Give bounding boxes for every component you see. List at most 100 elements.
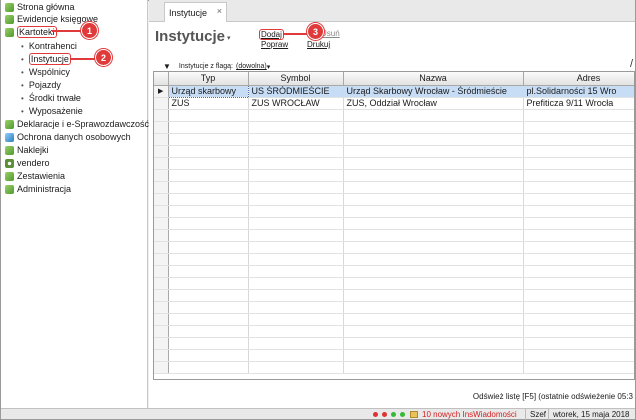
table-cell-symbol[interactable] — [248, 145, 344, 158]
column-header-adres[interactable]: Adres — [523, 72, 634, 86]
table-row[interactable] — [154, 121, 634, 134]
table-cell-symbol[interactable] — [248, 109, 344, 122]
table-cell-symbol[interactable] — [248, 181, 344, 194]
table-cell-nazwa[interactable]: ZUS, Oddział Wrocław — [343, 97, 524, 110]
table-cell-symbol[interactable] — [248, 325, 344, 338]
table-cell-nazwa[interactable] — [343, 289, 524, 302]
table-cell-nazwa[interactable] — [343, 217, 524, 230]
sidebar-subitem-instytucje[interactable]: Instytucje — [21, 53, 71, 65]
table-cell-adres[interactable] — [523, 205, 634, 218]
table-cell-typ[interactable] — [168, 109, 249, 122]
sidebar-item-ochrona-danych[interactable]: Ochrona danych osobowych — [5, 131, 131, 143]
table-cell-nazwa[interactable] — [343, 265, 524, 278]
column-header-symbol[interactable]: Symbol — [248, 72, 344, 86]
tab-instytucje[interactable]: Instytucje × — [164, 2, 227, 22]
table-cell-adres[interactable] — [523, 109, 634, 122]
table-cell-typ[interactable] — [168, 145, 249, 158]
notifications-link[interactable]: 10 nowych InsWiadomości — [422, 409, 517, 420]
sidebar-subitem-kontrahenci[interactable]: Kontrahenci — [21, 40, 77, 52]
table-row[interactable] — [154, 253, 634, 266]
table-row[interactable] — [154, 265, 634, 278]
chevron-down-icon[interactable]: ▾ — [267, 63, 271, 71]
table-cell-nazwa[interactable] — [343, 277, 524, 290]
table-cell-symbol[interactable] — [248, 157, 344, 170]
table-cell-adres[interactable] — [523, 241, 634, 254]
table-row[interactable] — [154, 229, 634, 242]
table-cell-adres[interactable] — [523, 265, 634, 278]
table-row[interactable] — [154, 301, 634, 314]
table-row[interactable] — [154, 349, 634, 362]
table-cell-nazwa[interactable] — [343, 193, 524, 206]
sidebar-subitem-srodki-trwale[interactable]: Środki trwałe — [21, 92, 81, 104]
table-cell-typ[interactable] — [168, 265, 249, 278]
table-row[interactable] — [154, 277, 634, 290]
table-cell-typ[interactable] — [168, 193, 249, 206]
table-cell-nazwa[interactable] — [343, 121, 524, 134]
table-cell-symbol[interactable] — [248, 301, 344, 314]
table-cell-symbol[interactable] — [248, 205, 344, 218]
table-cell-nazwa[interactable] — [343, 313, 524, 326]
table-cell-typ[interactable] — [168, 121, 249, 134]
table-row[interactable] — [154, 361, 634, 374]
table-cell-adres[interactable] — [523, 277, 634, 290]
table-cell-adres[interactable] — [523, 121, 634, 134]
table-cell-typ[interactable] — [168, 349, 249, 362]
table-row[interactable] — [154, 337, 634, 350]
sidebar-item-deklaracje[interactable]: Deklaracje i e-Sprawozdawczość — [5, 118, 149, 130]
table-cell-adres[interactable] — [523, 157, 634, 170]
table-cell-typ[interactable] — [168, 361, 249, 374]
filter-value-select[interactable]: (dowolna) — [236, 63, 267, 70]
sidebar-item-strona-glowna[interactable]: Strona główna — [5, 1, 75, 13]
table-row[interactable] — [154, 205, 634, 218]
table-cell-nazwa[interactable] — [343, 361, 524, 374]
table-cell-nazwa[interactable] — [343, 145, 524, 158]
table-cell-adres[interactable] — [523, 337, 634, 350]
table-cell-symbol[interactable]: US ŚRÓDMIEŚCIE — [248, 85, 344, 98]
sidebar-item-naklejki[interactable]: Naklejki — [5, 144, 49, 156]
table-row[interactable] — [154, 133, 634, 146]
table-cell-nazwa[interactable] — [343, 109, 524, 122]
sidebar-item-vendero[interactable]: vendero — [5, 157, 50, 169]
table-cell-typ[interactable] — [168, 253, 249, 266]
table-row[interactable] — [154, 217, 634, 230]
print-button[interactable]: Drukuj — [307, 40, 330, 49]
collapse-toggle-icon[interactable]: ▼ — [163, 62, 171, 71]
table-cell-typ[interactable]: ZUS — [168, 97, 249, 110]
table-row[interactable] — [154, 181, 634, 194]
table-row[interactable] — [154, 313, 634, 326]
table-cell-symbol[interactable] — [248, 361, 344, 374]
table-cell-nazwa[interactable] — [343, 205, 524, 218]
table-cell-adres[interactable]: Prefiticza 9/11 Wrocła — [523, 97, 634, 110]
table-cell-symbol[interactable] — [248, 313, 344, 326]
table-cell-nazwa[interactable] — [343, 169, 524, 182]
table-row[interactable] — [154, 157, 634, 170]
table-cell-nazwa[interactable] — [343, 241, 524, 254]
table-cell-adres[interactable] — [523, 361, 634, 374]
table-cell-symbol[interactable] — [248, 229, 344, 242]
table-cell-adres[interactable] — [523, 325, 634, 338]
table-cell-adres[interactable] — [523, 169, 634, 182]
table-row[interactable] — [154, 169, 634, 182]
table-cell-adres[interactable]: pl.Solidarności 15 Wro — [523, 85, 634, 98]
table-cell-adres[interactable] — [523, 181, 634, 194]
chevron-down-icon[interactable]: ▾ — [227, 34, 231, 42]
table-cell-symbol[interactable] — [248, 193, 344, 206]
table-cell-adres[interactable] — [523, 301, 634, 314]
table-cell-typ[interactable] — [168, 301, 249, 314]
table-cell-symbol[interactable] — [248, 241, 344, 254]
table-cell-symbol[interactable] — [248, 265, 344, 278]
close-icon[interactable]: × — [217, 6, 222, 16]
table-cell-adres[interactable] — [523, 289, 634, 302]
table-cell-symbol[interactable] — [248, 133, 344, 146]
table-cell-symbol[interactable] — [248, 349, 344, 362]
table-cell-adres[interactable] — [523, 253, 634, 266]
refresh-link[interactable]: Odśwież listę [F5] (ostatnie odświeżenie… — [473, 392, 633, 401]
column-header-nazwa[interactable]: Nazwa — [343, 72, 524, 86]
sidebar-subitem-wspolnicy[interactable]: Wspólnicy — [21, 66, 70, 78]
table-cell-typ[interactable] — [168, 337, 249, 350]
table-cell-nazwa[interactable] — [343, 157, 524, 170]
table-cell-typ[interactable]: Urząd skarbowy — [167, 84, 249, 98]
sidebar-subitem-pojazdy[interactable]: Pojazdy — [21, 79, 61, 91]
table-cell-adres[interactable] — [523, 229, 634, 242]
table-cell-typ[interactable] — [168, 229, 249, 242]
